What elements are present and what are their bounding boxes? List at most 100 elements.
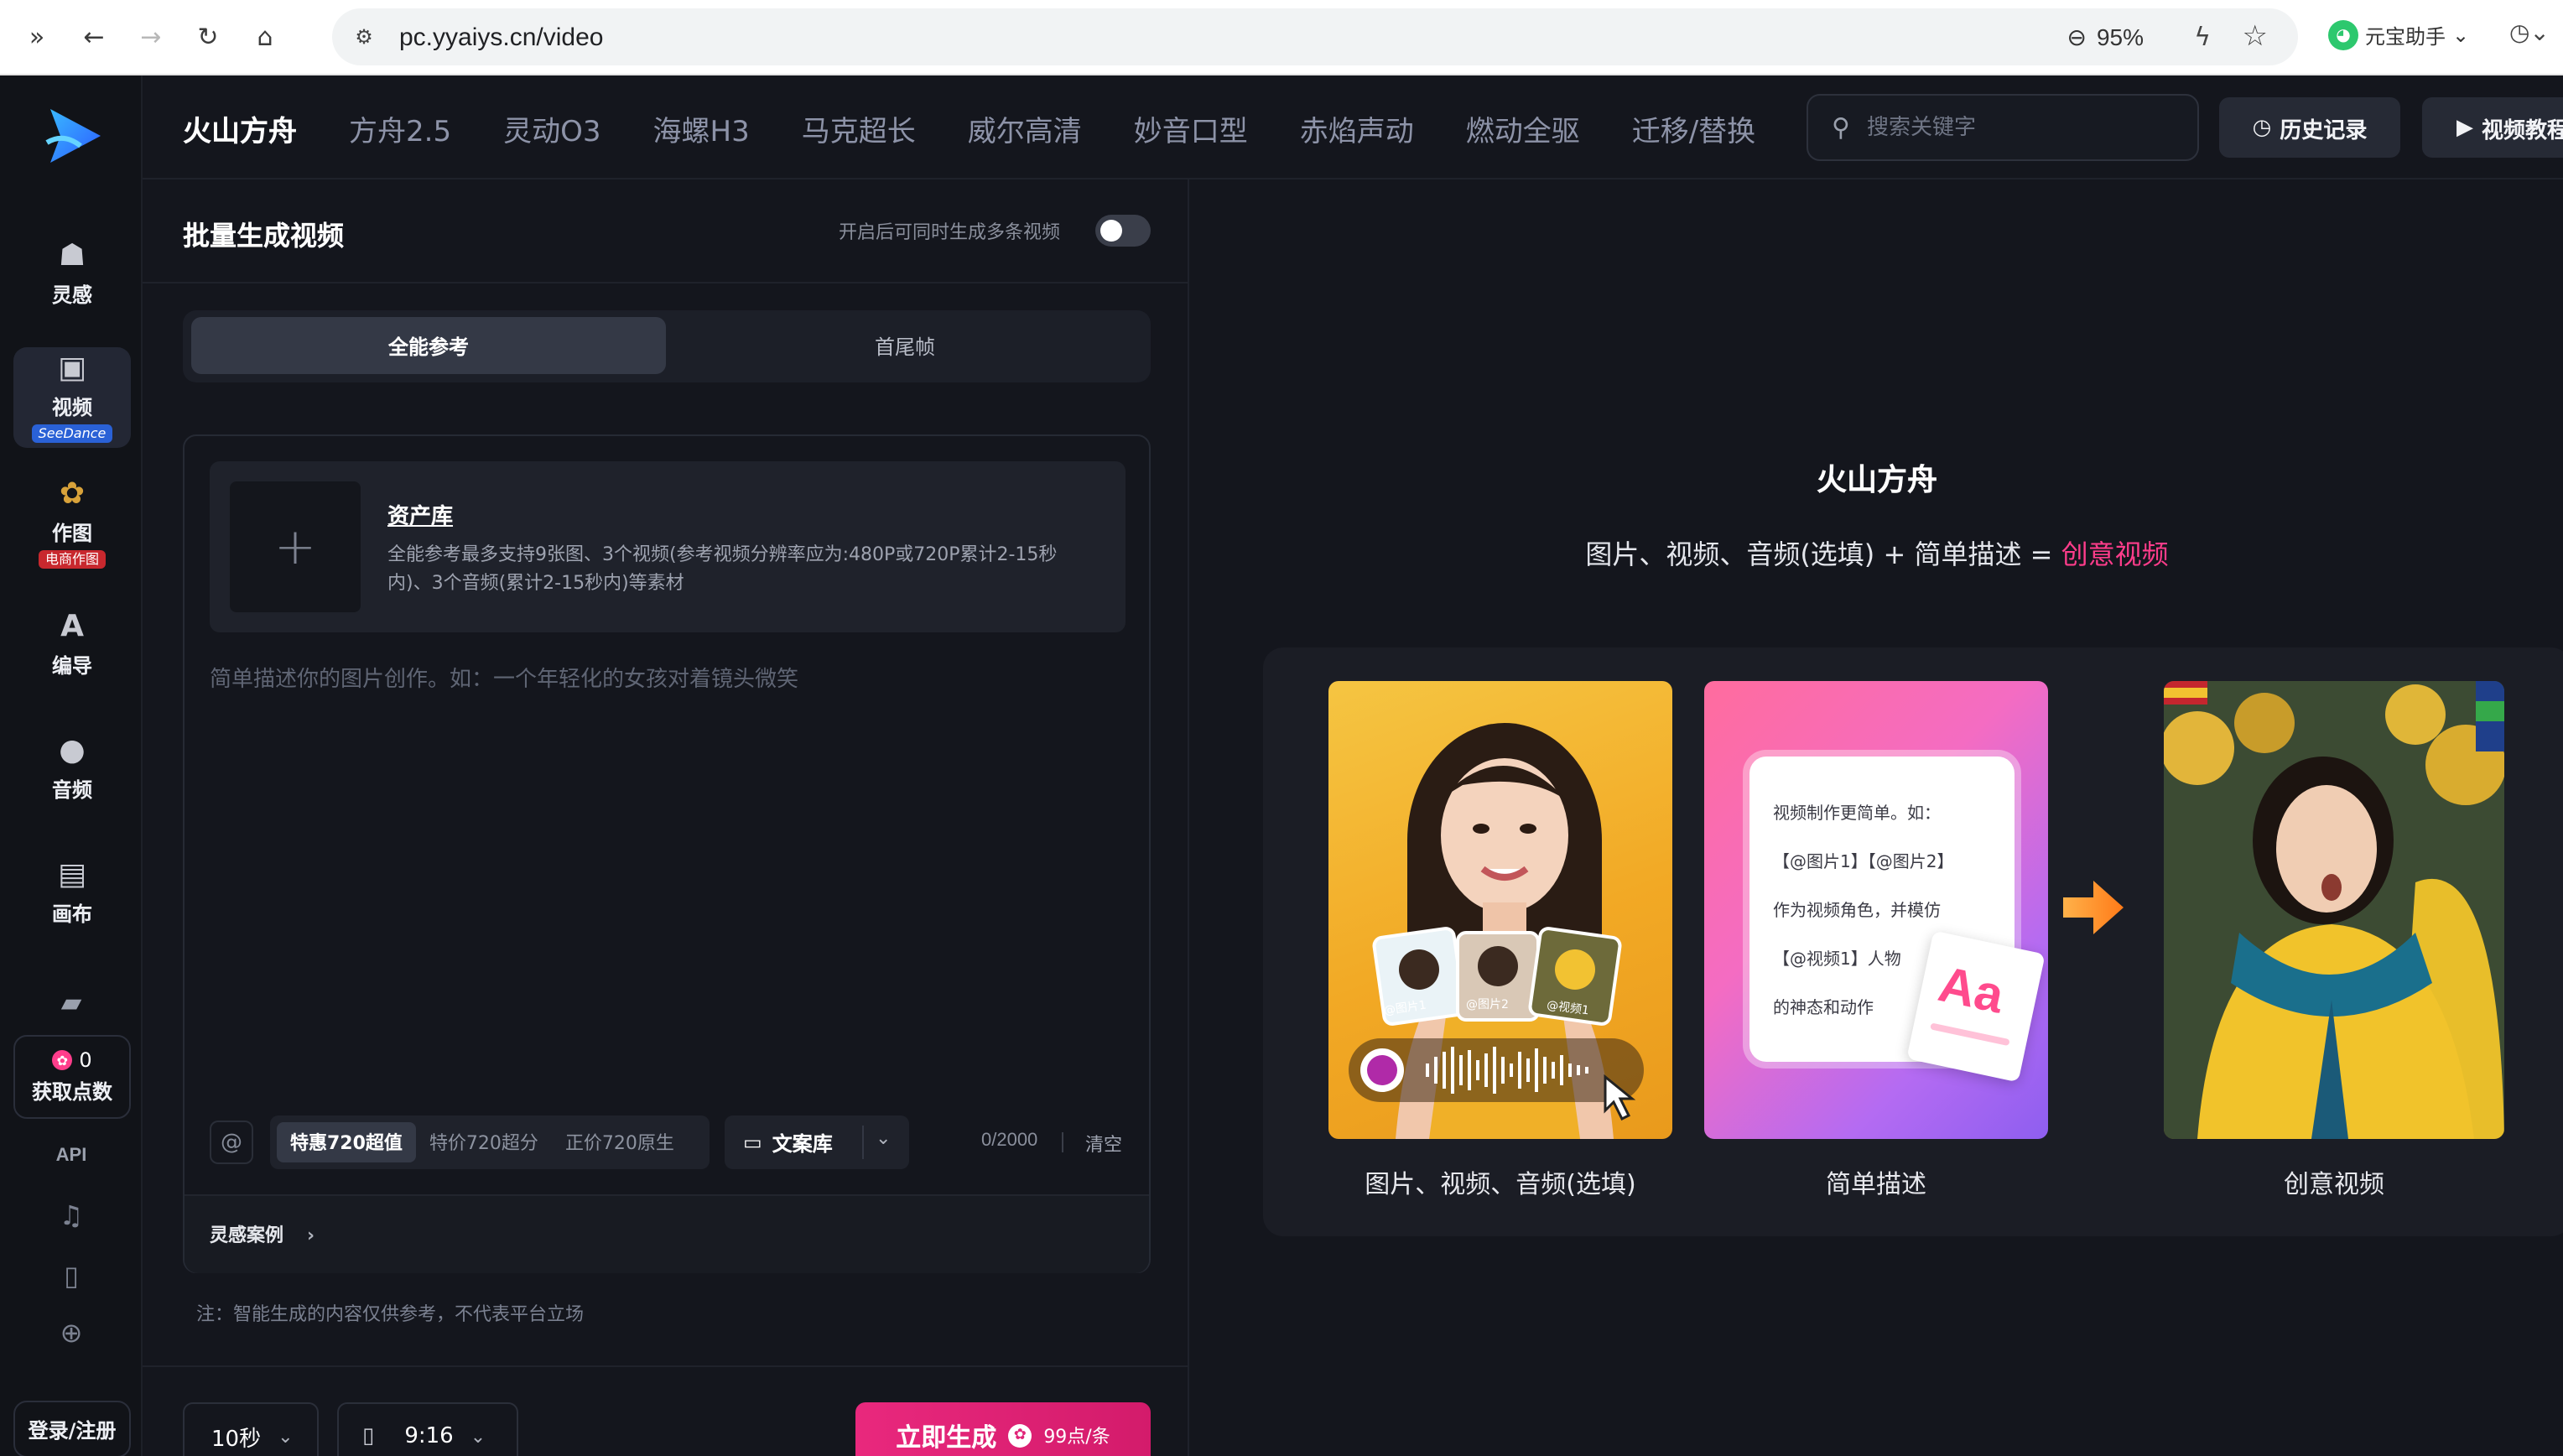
tile-label-creative-video: 创意视频: [2283, 1169, 2384, 1199]
showcase-card: @图片1 @图片2 @视频1 图片、视频、音频(选填) 视频制作更简单。如： 【…: [1263, 647, 2563, 1236]
desc-line: 【@图片1】【@图片2】: [1773, 854, 1954, 872]
copy-library-button[interactable]: ▭ 文案库 ⌄: [725, 1115, 909, 1169]
tab-hailuo-h3[interactable]: 海螺H3: [653, 107, 750, 148]
prompt-editor: + 资产库 全能参考最多支持9张图、3个视频(参考视频分辨率应为:480P或72…: [183, 434, 1151, 1273]
back-icon[interactable]: ←: [69, 12, 119, 62]
forward-icon[interactable]: →: [126, 12, 176, 62]
globe-icon[interactable]: ⊕: [0, 1317, 143, 1349]
zoom-level: 95%: [2096, 23, 2144, 50]
sidebar-item-canvas[interactable]: ▤ 画布: [13, 840, 131, 944]
sidebar-item-label: 作图: [51, 522, 92, 545]
tab-randong-drive[interactable]: 燃动全驱: [1466, 107, 1580, 148]
address-bar[interactable]: ⚙ pc.yyaiys.cn/video ⊖ 95% ϟ ☆: [332, 8, 2298, 65]
tab-lipsync[interactable]: 妙音口型: [1134, 107, 1248, 148]
sidebar-item-label: 视频: [51, 396, 92, 419]
points-value: 0: [79, 1048, 92, 1072]
generate-button[interactable]: 立即生成 ✿ 99点/条: [855, 1402, 1151, 1456]
tab-lingdong-o3[interactable]: 灵动O3: [503, 107, 600, 148]
yuanbao-assistant-button[interactable]: ◕ 元宝助手 ⌄: [2328, 20, 2469, 50]
zoom-indicator[interactable]: ⊖ 95%: [2067, 23, 2144, 51]
asset-library-card[interactable]: + 资产库 全能参考最多支持9张图、3个视频(参考视频分辨率应为:480P或72…: [210, 461, 1126, 632]
api-link[interactable]: API: [0, 1146, 143, 1166]
chevron-right-icon: ›: [307, 1224, 315, 1245]
mobile-icon[interactable]: ▯: [0, 1260, 143, 1292]
prompt-textarea[interactable]: [210, 661, 1126, 1080]
reload-icon[interactable]: ↻: [183, 12, 233, 62]
tab-weier-hd[interactable]: 威尔高清: [968, 107, 1082, 148]
formula-highlight: 创意视频: [2061, 538, 2169, 570]
camera-icon: ▶: [2456, 115, 2473, 140]
ratio-value: 9:16: [404, 1423, 454, 1448]
search-icon: ⚲: [1832, 112, 1850, 143]
app-logo-icon[interactable]: [40, 102, 107, 169]
phone-portrait-icon: ▯: [362, 1423, 375, 1448]
price-option-superres[interactable]: 特价720超分: [416, 1122, 552, 1162]
app-sidebar: ☗ 灵感 ▣ 视频 SeeDance ✿ 作图 电商作图 A 编导 ● 音频 ▤…: [0, 75, 143, 1456]
get-points-button[interactable]: ✿ 0 获取点数: [13, 1035, 131, 1119]
bookmark-star-icon[interactable]: ☆: [2243, 20, 2269, 54]
sidebar-item-label: 编导: [51, 653, 92, 677]
sidebar-item-inspiration[interactable]: ☗ 灵感: [13, 221, 131, 325]
sidebar-item-video[interactable]: ▣ 视频 SeeDance: [13, 347, 131, 448]
batch-toggle-hint: 开启后可同时生成多条视频: [839, 221, 1060, 243]
add-asset-plus-icon[interactable]: +: [230, 481, 361, 612]
tile-label-input-media: 图片、视频、音频(选填): [1365, 1169, 1636, 1199]
login-register-button[interactable]: 登录/注册: [13, 1401, 131, 1456]
tab-chiyan-sound[interactable]: 赤焰声动: [1300, 107, 1414, 148]
history-clock-icon[interactable]: ◷⌄: [2509, 20, 2550, 47]
tab-migrate-replace[interactable]: 迁移/替换: [1632, 107, 1755, 148]
price-option-native[interactable]: 正价720原生: [552, 1122, 688, 1162]
mode-full-reference[interactable]: 全能参考: [191, 317, 666, 374]
home-icon[interactable]: ⌂: [240, 12, 290, 62]
bell-icon[interactable]: ♫: [0, 1199, 143, 1231]
site-settings-icon[interactable]: ⚙: [349, 22, 379, 52]
assistant-label: 元宝助手: [2365, 24, 2446, 48]
tab-ark-2-5[interactable]: 方舟2.5: [349, 107, 451, 148]
history-button[interactable]: ◷ 历史记录: [2219, 97, 2400, 158]
copy-library-label: 文案库: [772, 1131, 833, 1155]
model-tabs-bar: 火山方舟 方舟2.5 灵动O3 海螺H3 马克超长 威尔高清 妙音口型 赤焰声动…: [143, 75, 2563, 179]
seedance-badge: SeeDance: [31, 424, 113, 443]
description-illustration: 视频制作更简单。如： 【@图片1】【@图片2】 作为视频角色，并模仿 【@视频1…: [1704, 681, 2048, 1139]
mention-at-icon[interactable]: @: [210, 1121, 253, 1164]
tutorial-label: 视频教程: [2481, 118, 2563, 143]
zoom-out-icon: ⊖: [2067, 23, 2087, 49]
asset-library-link[interactable]: 资产库: [387, 498, 453, 530]
disclaimer-note: 注：智能生成的内容仅供参考，不代表平台立场: [196, 1303, 584, 1325]
generation-panel: 批量生成视频 开启后可同时生成多条视频 全能参考 首尾帧 + 资产库 全能参考最…: [143, 179, 1189, 1456]
duration-select[interactable]: 10秒 ⌄: [183, 1402, 319, 1456]
folder-open-icon: ▭: [743, 1131, 762, 1154]
ratio-select[interactable]: ▯ 9:16 ⌄: [337, 1402, 518, 1456]
divider: [862, 1126, 864, 1159]
sidebar-toggle-icon[interactable]: »: [12, 12, 62, 62]
sidebar-item-audio[interactable]: ● 音频: [13, 716, 131, 820]
history-label: 历史记录: [2280, 118, 2368, 143]
tab-mark-long[interactable]: 马克超长: [802, 107, 916, 148]
fan-illustration: [2164, 681, 2504, 1139]
inspiration-row[interactable]: 灵感案例 ›: [185, 1194, 1149, 1273]
points-coin-icon: ✿: [1008, 1424, 1032, 1448]
batch-toggle[interactable]: [1095, 215, 1151, 247]
inspiration-cases-link[interactable]: 灵感案例: [210, 1221, 283, 1248]
text-ai-icon: A: [60, 608, 84, 643]
sidebar-item-label: 画布: [51, 902, 92, 925]
bolt-icon[interactable]: ϟ: [2194, 22, 2211, 52]
mode-first-last-frame[interactable]: 首尾帧: [668, 317, 1142, 374]
desc-line: 作为视频角色，并模仿: [1773, 902, 1941, 921]
video-tutorial-button[interactable]: ▶ 视频教程: [2422, 97, 2563, 158]
clear-button[interactable]: 清空: [1085, 1131, 1122, 1157]
price-tier-selector: 特惠720超值 特价720超分 正价720原生: [270, 1115, 710, 1169]
chevron-down-icon[interactable]: ⌄: [876, 1127, 891, 1149]
sidebar-item-image[interactable]: ✿ 作图 电商作图: [13, 471, 131, 575]
generate-cost: 99点/条: [1043, 1426, 1110, 1448]
tab-volcano-ark[interactable]: 火山方舟: [183, 107, 297, 148]
bulb-icon: ☗: [58, 237, 86, 273]
price-option-special[interactable]: 特惠720超值: [277, 1122, 416, 1162]
search-input[interactable]: [1867, 115, 2152, 140]
folder-icon[interactable]: ▰: [0, 986, 143, 1018]
sidebar-item-director[interactable]: A 编导: [13, 592, 131, 696]
generate-label: 立即生成: [896, 1422, 997, 1452]
asset-library-desc: 全能参考最多支持9张图、3个视频(参考视频分辨率应为:480P或720P累计2-…: [387, 543, 1058, 594]
arrow-right-icon: [2063, 881, 2124, 934]
url-text[interactable]: pc.yyaiys.cn/video: [399, 23, 603, 51]
